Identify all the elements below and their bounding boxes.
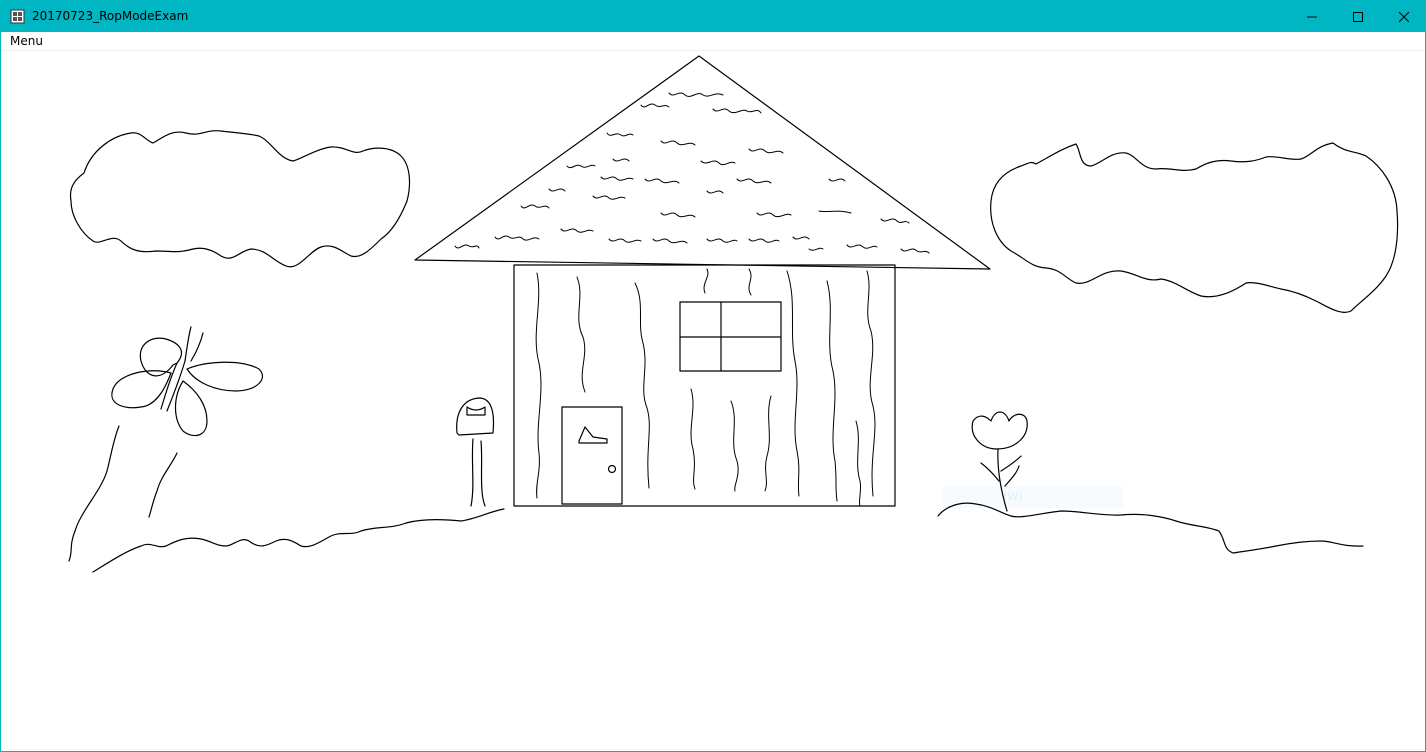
mailbox [456, 397, 495, 507]
left-cloud [69, 130, 411, 268]
maximize-button[interactable] [1335, 1, 1381, 32]
ground [92, 502, 1364, 573]
minimize-icon [1307, 16, 1317, 17]
app-window: 20170723_RopModeExam Menu (W) [0, 0, 1426, 752]
drawing-canvas[interactable]: (W) [1, 51, 1425, 751]
flower [971, 411, 1028, 512]
close-button[interactable] [1381, 1, 1426, 32]
butterfly [111, 326, 264, 437]
menu-item-menu[interactable]: Menu [9, 34, 44, 49]
house-door [561, 406, 623, 505]
close-icon [1399, 11, 1409, 22]
menu-bar: Menu [1, 32, 1425, 51]
minimize-button[interactable] [1289, 1, 1335, 32]
house-wall [513, 264, 896, 507]
window-title: 20170723_RopModeExam [32, 9, 189, 23]
right-cloud [990, 142, 1399, 313]
maximize-icon [1353, 11, 1363, 22]
wall-wood-grain [535, 268, 876, 507]
title-bar[interactable]: 20170723_RopModeExam [1, 1, 1425, 32]
house-window [679, 301, 782, 372]
tree-trunk [68, 425, 178, 562]
app-icon[interactable] [10, 9, 25, 24]
